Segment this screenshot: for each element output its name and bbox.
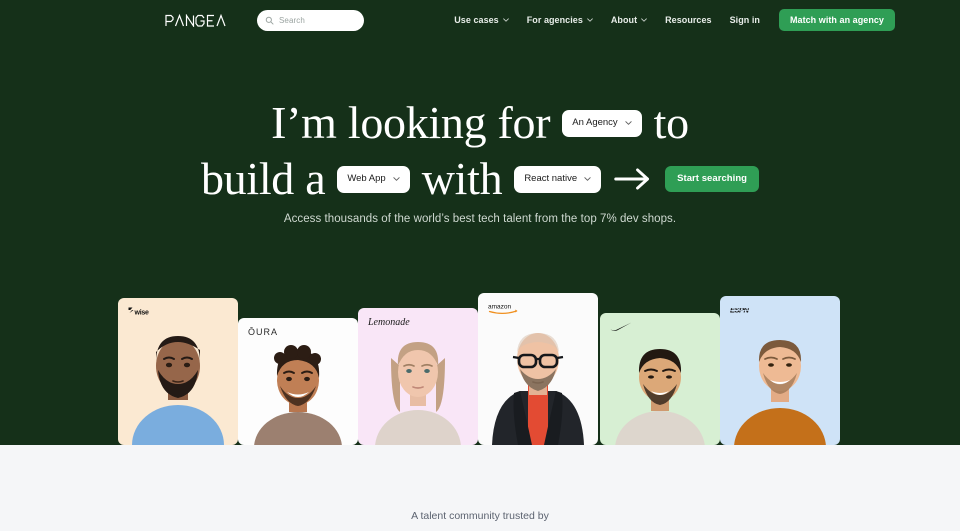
svg-text:wise: wise	[134, 310, 150, 317]
brand-logo-wise: wise	[128, 307, 159, 317]
talent-card[interactable]: wise	[118, 298, 238, 445]
talent-photo	[132, 336, 224, 445]
talent-card[interactable]	[600, 313, 720, 445]
talent-card[interactable]: ŌURA	[238, 318, 358, 445]
talent-photo	[492, 333, 584, 445]
hero-section: Search Use cases For agencies About Reso…	[0, 0, 960, 445]
espn-logo-icon: ESPN	[730, 306, 757, 315]
talent-card-strip: wise ŌURA Lemonade amazon ESPN	[0, 0, 960, 445]
landing-page: Search Use cases For agencies About Reso…	[0, 0, 960, 531]
trusted-by-label: A talent community trusted by	[411, 510, 549, 522]
brand-logo-lemonade: Lemonade	[368, 317, 410, 328]
talent-card[interactable]: Lemonade	[358, 308, 478, 445]
brand-logo-espn: ESPN	[730, 305, 757, 315]
brand-logo-oura: ŌURA	[248, 327, 279, 337]
talent-photo	[375, 342, 461, 445]
talent-photo	[254, 345, 342, 445]
talent-card[interactable]: amazon	[478, 293, 598, 445]
svg-text:amazon: amazon	[488, 304, 512, 311]
talent-photo	[734, 340, 826, 445]
brand-logo-nike	[610, 322, 632, 331]
nike-swoosh-icon	[610, 322, 632, 331]
amazon-logo-icon: amazon	[488, 304, 518, 314]
wise-logo-icon: wise	[128, 307, 150, 317]
talent-photo	[615, 349, 705, 445]
brand-logo-amazon: amazon	[488, 302, 520, 315]
talent-card[interactable]: ESPN	[720, 296, 840, 445]
